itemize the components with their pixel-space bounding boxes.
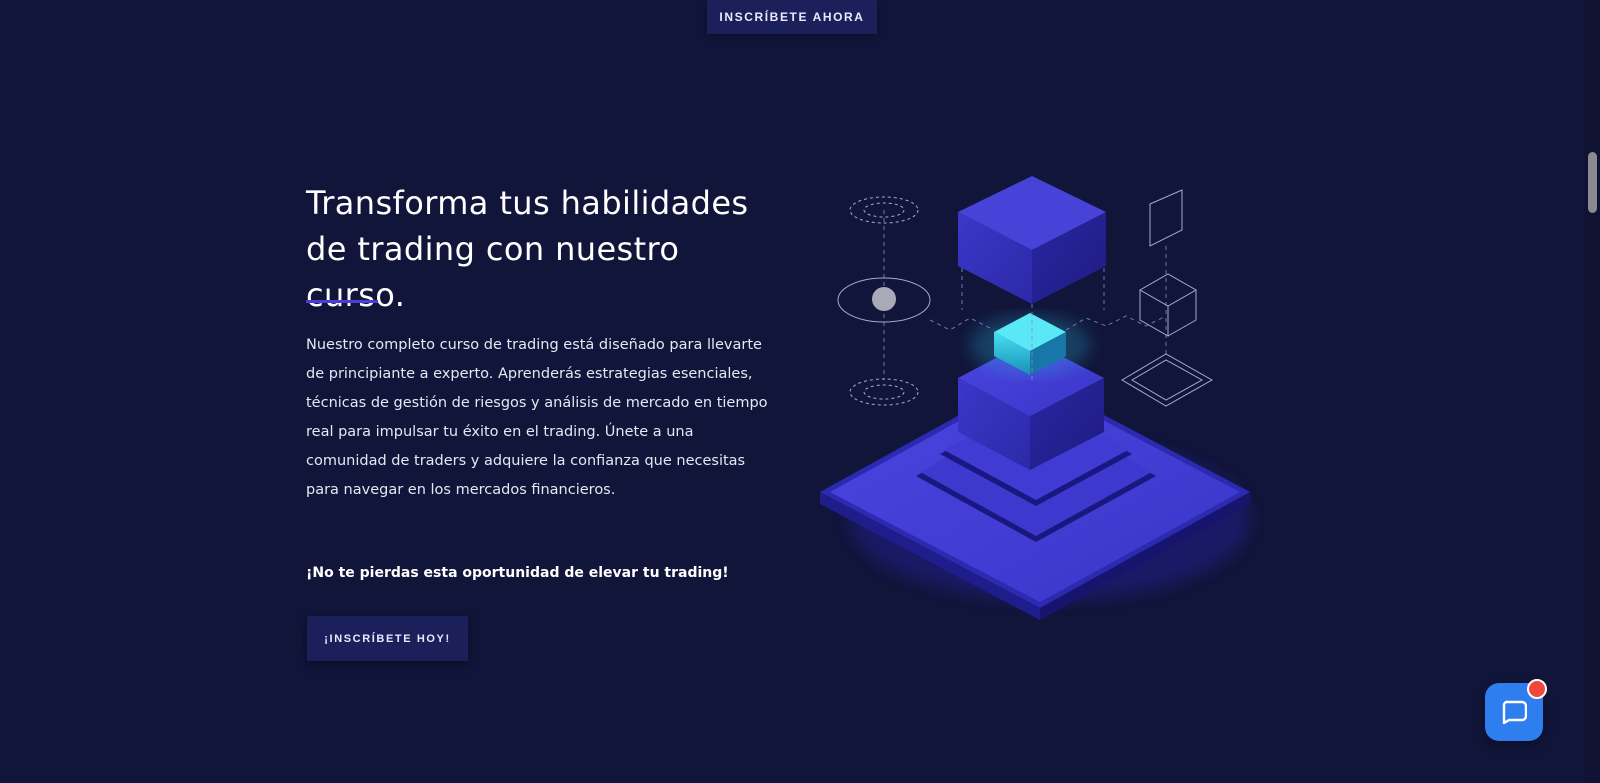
scrollbar-thumb[interactable] <box>1588 152 1597 213</box>
hero-description: Nuestro completo curso de trading está d… <box>306 337 768 498</box>
notification-badge <box>1527 679 1547 699</box>
enroll-today-button[interactable]: ¡INSCRÍBETE HOY! <box>307 616 468 661</box>
isometric-cubes-illustration <box>820 176 1250 620</box>
chat-bubble-icon <box>1502 700 1527 724</box>
enroll-now-button[interactable]: INSCRÍBETE AHORA <box>707 0 877 34</box>
scrollbar-track[interactable] <box>1584 0 1600 783</box>
hero-title: Transforma tus habilidades de trading co… <box>306 184 749 314</box>
title-divider <box>306 300 378 303</box>
hero-tagline: ¡No te pierdas esta oportunidad de eleva… <box>306 565 729 581</box>
page: INSCRÍBETE AHORA Transforma tus habilida… <box>0 0 1600 783</box>
